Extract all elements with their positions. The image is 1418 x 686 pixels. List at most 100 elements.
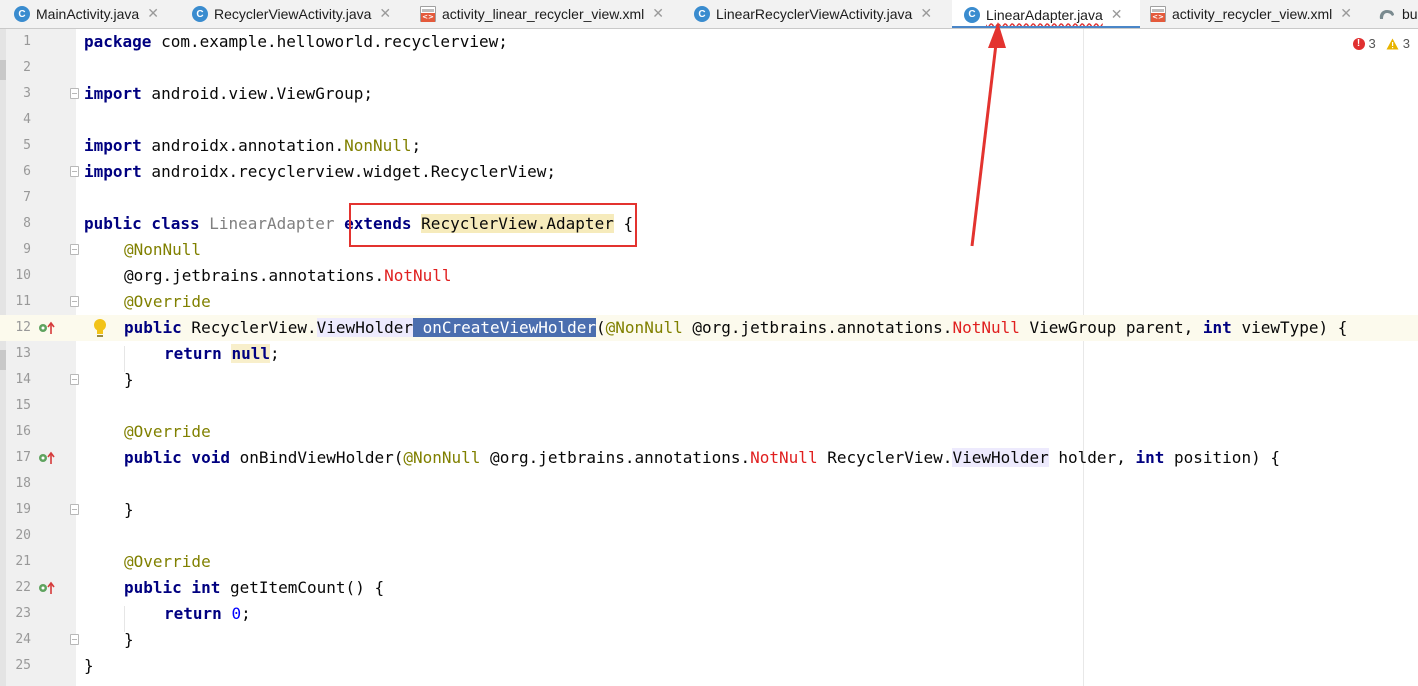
code-text: import android.view.ViewGroup;	[84, 84, 373, 104]
tab-build-gradle[interactable]: bu	[1378, 0, 1418, 28]
close-icon[interactable]: ✕	[147, 6, 159, 22]
code-line: 8 public class LinearAdapter extends Rec…	[0, 211, 1418, 237]
annotation-token: @NonNull	[403, 448, 481, 467]
annotation-token: @NonNull	[124, 240, 202, 259]
close-icon[interactable]: ✕	[920, 6, 932, 22]
keyword: public void	[124, 448, 230, 467]
code-text: }	[84, 656, 94, 675]
java-class-icon: C	[964, 6, 980, 23]
keyword-highlighted: null	[231, 344, 270, 363]
line-number: 22	[15, 580, 31, 595]
code-line: 11 @Override	[0, 289, 1418, 315]
gradle-icon	[1379, 10, 1394, 19]
fold-toggle-icon[interactable]	[70, 634, 79, 645]
line-number: 3	[23, 86, 31, 101]
code-text: import androidx.annotation.NonNull;	[84, 136, 421, 156]
line-number: 2	[23, 60, 31, 75]
code-token: ;	[269, 344, 280, 363]
code-line: 21 @Override	[0, 549, 1418, 575]
keyword: return	[164, 604, 222, 623]
close-icon[interactable]: ✕	[1111, 7, 1123, 23]
tab-label: LinearAdapter.java	[986, 6, 1103, 23]
code-text: }	[124, 370, 134, 389]
code-text: return null;	[164, 344, 280, 364]
line-number: 24	[15, 632, 31, 647]
selected-method-name[interactable]: onCreateViewHolder	[422, 318, 597, 337]
line-number: 17	[15, 450, 31, 465]
line-number: 12	[15, 320, 31, 335]
code-text: public RecyclerView.ViewHolder onCreateV…	[124, 318, 1347, 338]
line-number: 8	[23, 216, 31, 231]
keyword: import	[84, 84, 142, 103]
keyword: int	[1202, 318, 1232, 337]
code-line: 13 return null;	[0, 341, 1418, 367]
fold-toggle-icon[interactable]	[70, 504, 79, 515]
tab-label: activity_linear_recycler_view.xml	[442, 6, 645, 22]
code-line: 22 public int getItemCount() {	[0, 575, 1418, 601]
keyword: import	[84, 162, 142, 181]
line-number: 21	[15, 554, 31, 569]
close-icon[interactable]: ✕	[652, 6, 664, 22]
tab-recycler-view-activity[interactable]: C RecyclerViewActivity.java ✕	[192, 0, 391, 28]
code-text: public int getItemCount() {	[124, 578, 384, 598]
keyword: public int	[124, 578, 221, 597]
tab-label: LinearRecyclerViewActivity.java	[716, 6, 913, 22]
code-text: import androidx.recyclerview.widget.Recy…	[84, 162, 556, 182]
tab-main-activity[interactable]: C MainActivity.java ✕	[14, 0, 159, 28]
fold-toggle-icon[interactable]	[70, 296, 79, 307]
lightbulb-icon[interactable]	[92, 318, 108, 338]
type-reference[interactable]: ViewHolder	[952, 448, 1049, 467]
tab-activity-recycler-view-xml[interactable]: activity_recycler_view.xml ✕	[1150, 0, 1352, 28]
line-number: 9	[23, 242, 31, 257]
code-text: return 0;	[164, 604, 251, 624]
line-number: 19	[15, 502, 31, 517]
java-class-icon: C	[694, 6, 710, 22]
keyword: import	[84, 136, 142, 155]
line-number: 20	[15, 528, 31, 543]
code-text: @Override	[124, 292, 211, 312]
line-number: 11	[15, 294, 31, 309]
code-line: 16 @Override	[0, 419, 1418, 445]
code-line: 25 }	[0, 653, 1418, 679]
code-token: @org.jetbrains.annotations.	[124, 266, 385, 285]
fold-toggle-icon[interactable]	[70, 374, 79, 385]
implements-method-icon[interactable]	[38, 451, 58, 465]
indent-guide	[124, 346, 125, 372]
code-token	[412, 318, 423, 337]
line-number: 6	[23, 164, 31, 179]
code-token: holder,	[1048, 448, 1136, 467]
implements-method-icon[interactable]	[38, 321, 58, 335]
code-token: androidx.recyclerview.widget.RecyclerVie…	[141, 162, 557, 181]
fold-toggle-icon[interactable]	[70, 166, 79, 177]
line-number: 7	[23, 190, 31, 205]
code-token: ViewGroup parent,	[1019, 318, 1203, 337]
line-number: 10	[15, 268, 31, 283]
java-class-icon: C	[14, 6, 30, 22]
keyword: public	[124, 318, 182, 337]
java-class-icon: C	[192, 6, 208, 22]
close-icon[interactable]: ✕	[1340, 6, 1352, 22]
indent-guide	[124, 606, 125, 632]
line-number: 4	[23, 112, 31, 127]
unresolved-symbol: NotNull	[750, 448, 818, 467]
close-icon[interactable]: ✕	[379, 6, 391, 22]
tab-activity-linear-recycler-view-xml[interactable]: activity_linear_recycler_view.xml ✕	[420, 0, 664, 28]
code-line: 3 import android.view.ViewGroup;	[0, 81, 1418, 107]
tab-linear-recycler-view-activity[interactable]: C LinearRecyclerViewActivity.java ✕	[694, 0, 932, 28]
type-reference[interactable]: ViewHolder	[316, 318, 413, 337]
line-number: 18	[15, 476, 31, 491]
implements-method-icon[interactable]	[38, 581, 58, 595]
tab-linear-adapter[interactable]: C LinearAdapter.java ✕	[952, 0, 1140, 28]
code-token: ;	[241, 604, 251, 623]
code-line: 10 @org.jetbrains.annotations.NotNull	[0, 263, 1418, 289]
line-number: 13	[15, 346, 31, 361]
fold-toggle-icon[interactable]	[70, 244, 79, 255]
code-token: position) {	[1164, 448, 1280, 467]
code-line: 5 import androidx.annotation.NonNull;	[0, 133, 1418, 159]
code-token: RecyclerView.	[817, 448, 953, 467]
keyword: int	[1135, 448, 1165, 467]
code-token: ;	[411, 136, 422, 155]
fold-toggle-icon[interactable]	[70, 88, 79, 99]
code-text: }	[124, 500, 134, 519]
